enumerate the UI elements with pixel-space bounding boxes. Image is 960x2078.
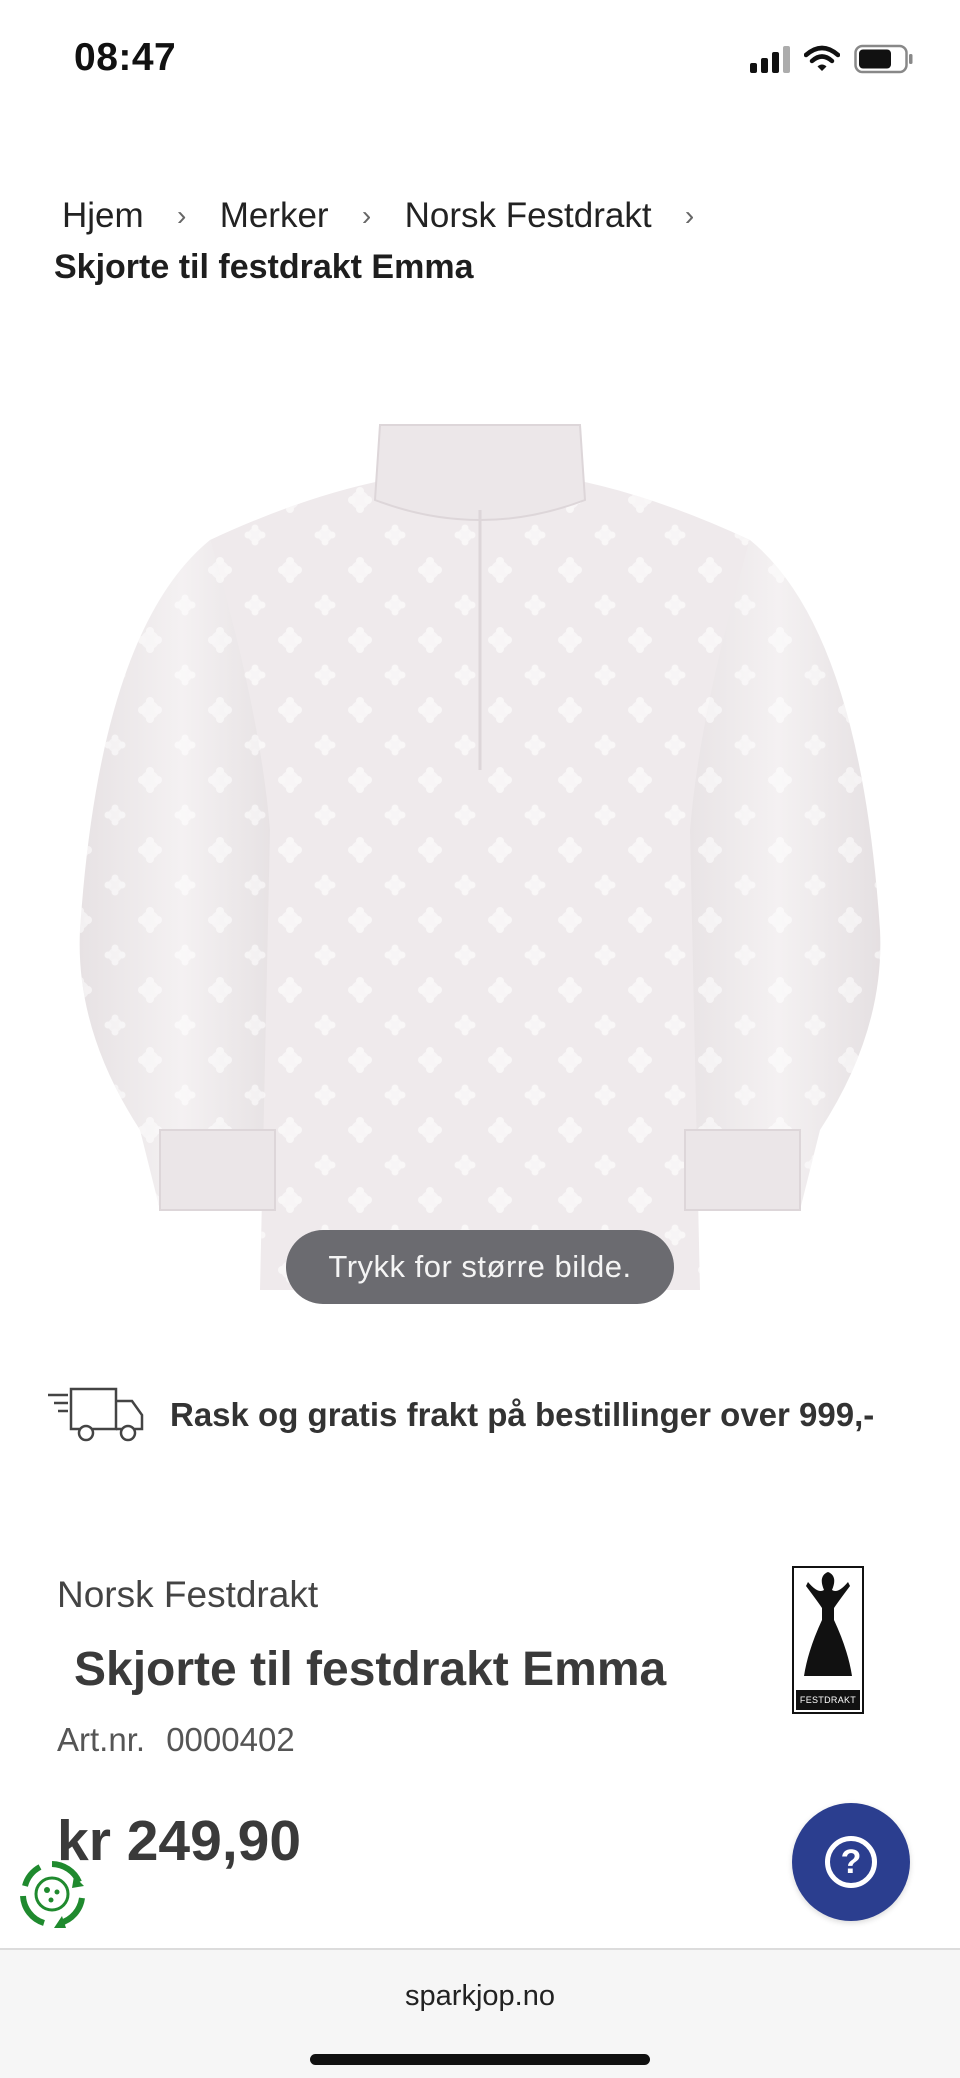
breadcrumb-current: Skjorte til festdrakt Emma bbox=[54, 248, 474, 286]
shirt-illustration bbox=[79, 424, 881, 1290]
breadcrumb-brands[interactable]: Merker bbox=[212, 196, 337, 236]
brand-logo[interactable]: FESTDRAKT bbox=[792, 1566, 864, 1714]
battery-icon bbox=[854, 44, 914, 74]
product-brand[interactable]: Norsk Festdrakt bbox=[57, 1574, 318, 1616]
breadcrumb-home[interactable]: Hjem bbox=[54, 196, 152, 236]
brand-logo-text: FESTDRAKT bbox=[796, 1690, 860, 1710]
breadcrumb-row: Hjem › Merker › Norsk Festdrakt › bbox=[54, 196, 914, 236]
chevron-right-icon: › bbox=[177, 200, 187, 231]
shipping-info: Rask og gratis frakt på bestillinger ove… bbox=[46, 1380, 926, 1450]
signal-icon bbox=[750, 45, 790, 73]
status-icons bbox=[750, 44, 914, 74]
dress-logo-icon bbox=[804, 1572, 852, 1676]
breadcrumb: Hjem › Merker › Norsk Festdrakt › Skjort… bbox=[54, 196, 914, 287]
recycle-badge[interactable] bbox=[16, 1858, 88, 1930]
recycle-icon bbox=[20, 1861, 85, 1928]
browser-domain[interactable]: sparkjop.no bbox=[0, 1980, 960, 2013]
chevron-right-icon: › bbox=[361, 200, 372, 231]
zoom-hint[interactable]: Trykk for større bilde. bbox=[286, 1230, 674, 1304]
wifi-icon bbox=[804, 45, 840, 73]
product-image[interactable] bbox=[60, 410, 900, 1310]
breadcrumb-norsk-festdrakt[interactable]: Norsk Festdrakt bbox=[397, 196, 660, 236]
article-number-label: Art.nr. bbox=[57, 1721, 146, 1758]
home-indicator[interactable] bbox=[310, 2054, 650, 2065]
question-mark-icon: ? bbox=[825, 1836, 877, 1888]
status-bar: 08:47 bbox=[0, 0, 960, 120]
browser-bottom-bar: sparkjop.no bbox=[0, 1948, 960, 2078]
help-button[interactable]: ? bbox=[792, 1803, 910, 1921]
shipping-text: Rask og gratis frakt på bestillinger ove… bbox=[170, 1396, 875, 1433]
article-number: Art.nr. 0000402 bbox=[57, 1721, 295, 1759]
truck-icon bbox=[48, 1387, 144, 1442]
chevron-right-icon: › bbox=[684, 200, 695, 231]
product-price: kr 249,90 bbox=[57, 1809, 302, 1873]
status-time: 08:47 bbox=[74, 36, 177, 79]
product-title: Skjorte til festdrakt Emma bbox=[74, 1643, 667, 1696]
article-number-value: 0000402 bbox=[166, 1721, 295, 1758]
